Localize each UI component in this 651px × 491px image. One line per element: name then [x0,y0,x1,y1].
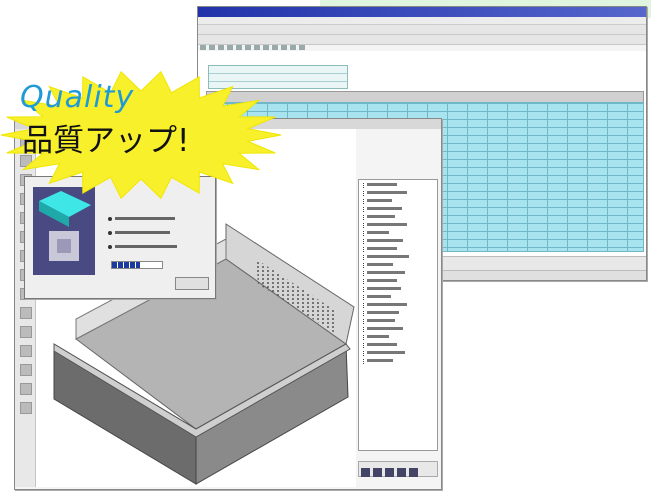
tool-button[interactable] [20,326,32,338]
tree-item[interactable] [363,287,433,292]
tool-button[interactable] [20,307,32,319]
toolbar-button[interactable] [218,45,224,50]
tree-toolbar[interactable] [358,461,438,477]
toolbar-button[interactable] [245,45,251,50]
toolbar-button[interactable] [272,45,278,50]
tool-button[interactable] [20,364,32,376]
tree-button[interactable] [409,468,418,477]
tool-button[interactable] [20,345,32,357]
toolbar-button[interactable] [299,45,305,50]
toolbar-button[interactable] [227,45,233,50]
tree-item[interactable] [363,359,433,364]
tree-item[interactable] [363,279,433,284]
tree-item[interactable] [363,191,433,196]
tree-item[interactable] [363,351,433,356]
tree-item[interactable] [363,319,433,324]
toolbar-button[interactable] [290,45,296,50]
tree-button[interactable] [373,468,382,477]
toolbar-button[interactable] [200,45,206,50]
tree-item[interactable] [363,199,433,204]
spreadsheet-titlebar[interactable] [198,7,646,17]
tree-item[interactable] [363,207,433,212]
thumbnail-graphic [39,191,91,261]
dialog-option[interactable] [107,235,207,249]
tool-button[interactable] [20,383,32,395]
tree-item[interactable] [363,311,433,316]
tree-item[interactable] [363,327,433,332]
dialog-option[interactable] [107,207,207,221]
tree-button[interactable] [397,468,406,477]
tree-item[interactable] [363,247,433,252]
tree-item[interactable] [363,303,433,308]
toolbar-button[interactable] [263,45,269,50]
tree-item[interactable] [363,343,433,348]
toolbar-button[interactable] [281,45,287,50]
tree-item[interactable] [363,255,433,260]
tree-item[interactable] [363,183,433,188]
tree-item[interactable] [363,239,433,244]
tool-button[interactable] [20,402,32,414]
tree-item[interactable] [363,231,433,236]
toolbar-button[interactable] [236,45,242,50]
tree-button[interactable] [385,468,394,477]
spreadsheet-toolbar-2[interactable] [198,35,646,50]
tree-item[interactable] [363,223,433,228]
tree-item[interactable] [363,295,433,300]
progress-bar [111,261,163,269]
tree-button[interactable] [361,468,370,477]
tree-item[interactable] [363,215,433,220]
ok-button[interactable] [175,277,209,290]
quality-up-label: 品質アップ! [22,123,190,159]
tree-item[interactable] [363,271,433,276]
toolbar-button[interactable] [209,45,215,50]
spreadsheet-toolbar[interactable] [198,25,646,40]
dialog-option[interactable] [107,221,207,235]
progress-fill [112,262,140,268]
spreadsheet-menubar[interactable] [198,17,646,25]
toolbar-button[interactable] [254,45,260,50]
part-thumbnail [33,187,95,275]
quality-label: Quality [20,80,135,115]
tree-item[interactable] [363,263,433,268]
feature-tree[interactable] [358,179,438,451]
tree-item[interactable] [363,335,433,340]
